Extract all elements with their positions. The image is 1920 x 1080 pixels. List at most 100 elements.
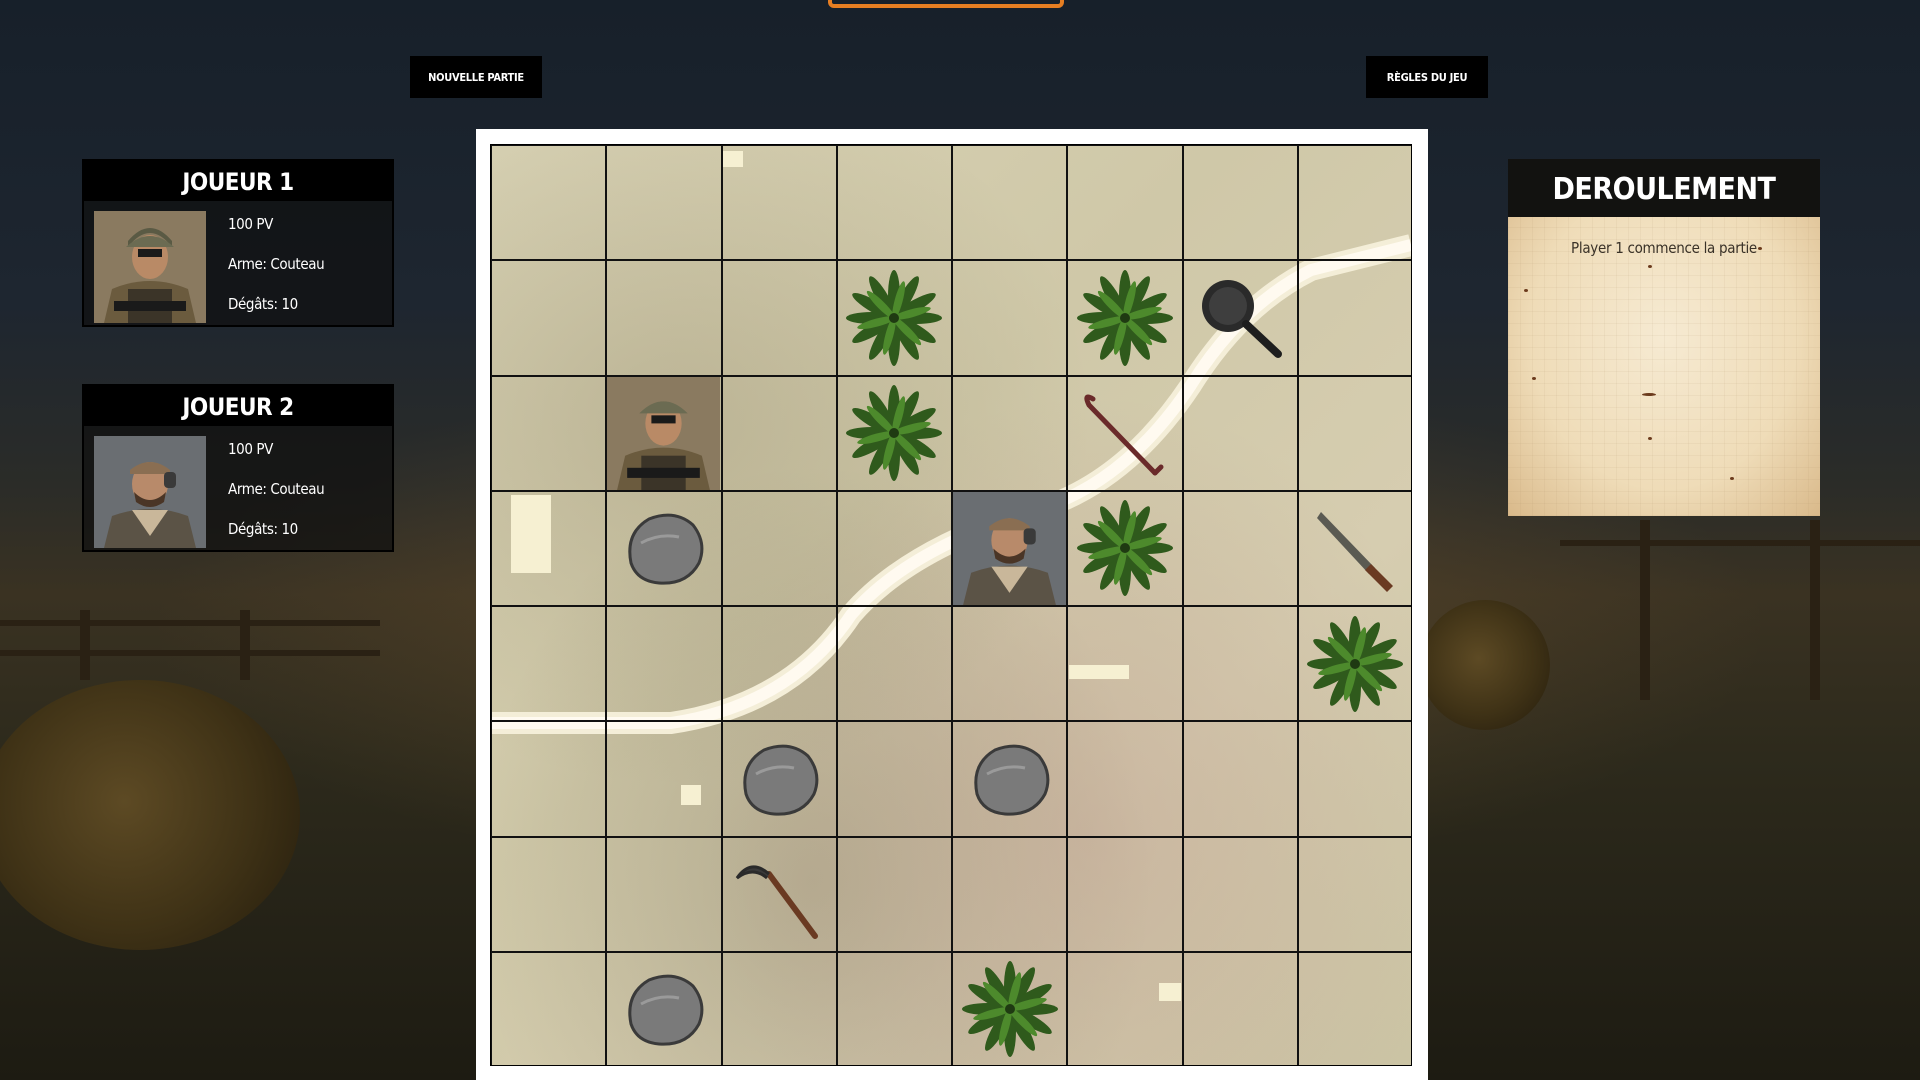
board-cell-3-1[interactable] bbox=[606, 490, 722, 606]
tree-icon bbox=[1076, 269, 1173, 366]
tree-icon bbox=[1076, 500, 1173, 597]
player-2-title: JOUEUR 2 bbox=[84, 386, 392, 426]
paper-stain bbox=[1648, 437, 1652, 440]
board-cell-3-7[interactable] bbox=[1297, 490, 1411, 606]
board-cell-0-5[interactable] bbox=[1067, 145, 1183, 261]
board-cell-0-6[interactable] bbox=[1182, 145, 1298, 261]
paper-stain bbox=[1758, 247, 1762, 250]
paper-stain bbox=[1730, 477, 1734, 480]
board-cell-2-2[interactable] bbox=[721, 375, 837, 491]
board-cell-5-1[interactable] bbox=[606, 721, 722, 837]
board-cell-4-3[interactable] bbox=[836, 606, 952, 722]
board-cell-4-0[interactable] bbox=[491, 606, 607, 722]
paper-stain bbox=[1532, 377, 1536, 380]
player-1-hp: 100 PV bbox=[228, 215, 274, 233]
board-cell-7-1[interactable] bbox=[606, 951, 722, 1065]
fence-rail bbox=[0, 620, 380, 626]
fence-post bbox=[80, 610, 90, 680]
board-cell-5-6[interactable] bbox=[1182, 721, 1298, 837]
board-cell-7-3[interactable] bbox=[836, 951, 952, 1065]
board-cell-1-1[interactable] bbox=[606, 260, 722, 376]
board-cell-5-0[interactable] bbox=[491, 721, 607, 837]
board-cell-6-3[interactable] bbox=[836, 836, 952, 952]
board-cell-3-2[interactable] bbox=[721, 490, 837, 606]
tree-icon bbox=[846, 269, 943, 366]
board-cell-2-6[interactable] bbox=[1182, 375, 1298, 491]
board-cell-4-4[interactable] bbox=[952, 606, 1068, 722]
board-cell-1-7[interactable] bbox=[1297, 260, 1411, 376]
player-1-portrait bbox=[94, 211, 206, 323]
paper-stain bbox=[1642, 393, 1656, 396]
board-cell-3-3[interactable] bbox=[836, 490, 952, 606]
board-cell-7-4[interactable] bbox=[952, 951, 1068, 1065]
board-cell-5-4[interactable] bbox=[952, 721, 1068, 837]
fence-post bbox=[240, 610, 250, 680]
game-log-panel: DEROULEMENT Player 1 commence la partie bbox=[1508, 159, 1820, 516]
crowbar-icon bbox=[1075, 383, 1175, 483]
board-cell-4-2[interactable] bbox=[721, 606, 837, 722]
board-cell-6-1[interactable] bbox=[606, 836, 722, 952]
board-cell-6-6[interactable] bbox=[1182, 836, 1298, 952]
board-cell-6-5[interactable] bbox=[1067, 836, 1183, 952]
game-log-paper: Player 1 commence la partie bbox=[1508, 217, 1820, 516]
board-cell-2-1[interactable] bbox=[606, 375, 722, 491]
board-cell-2-3[interactable] bbox=[836, 375, 952, 491]
board-cell-3-5[interactable] bbox=[1067, 490, 1183, 606]
board-cell-7-5[interactable] bbox=[1067, 951, 1183, 1065]
player-1-damage: Dégâts: 10 bbox=[228, 295, 298, 313]
paper-stain bbox=[1524, 289, 1528, 292]
board-cell-7-0[interactable] bbox=[491, 951, 607, 1065]
board-cell-5-7[interactable] bbox=[1297, 721, 1411, 837]
board-cell-2-4[interactable] bbox=[952, 375, 1068, 491]
board-cell-2-7[interactable] bbox=[1297, 375, 1411, 491]
board-cell-2-5[interactable] bbox=[1067, 375, 1183, 491]
board-cell-7-7[interactable] bbox=[1297, 951, 1411, 1065]
board-cell-3-6[interactable] bbox=[1182, 490, 1298, 606]
player-1-token bbox=[607, 376, 721, 490]
player-2-hp: 100 PV bbox=[228, 440, 274, 458]
board-cell-4-7[interactable] bbox=[1297, 606, 1411, 722]
board-cell-0-4[interactable] bbox=[952, 145, 1068, 261]
fence-post bbox=[1640, 520, 1650, 700]
board-cell-0-3[interactable] bbox=[836, 145, 952, 261]
board-cell-7-2[interactable] bbox=[721, 951, 837, 1065]
frying-pan-icon bbox=[1190, 268, 1290, 368]
board-cell-1-0[interactable] bbox=[491, 260, 607, 376]
board-cell-1-4[interactable] bbox=[952, 260, 1068, 376]
board-cell-6-4[interactable] bbox=[952, 836, 1068, 952]
board-cell-6-7[interactable] bbox=[1297, 836, 1411, 952]
tree-icon bbox=[1307, 615, 1404, 712]
board-cell-4-1[interactable] bbox=[606, 606, 722, 722]
board-cell-1-5[interactable] bbox=[1067, 260, 1183, 376]
board-cell-6-2[interactable] bbox=[721, 836, 837, 952]
board-cell-1-2[interactable] bbox=[721, 260, 837, 376]
board-cell-1-6[interactable] bbox=[1182, 260, 1298, 376]
board-cell-6-0[interactable] bbox=[491, 836, 607, 952]
rules-button[interactable]: RÈGLES DU JEU bbox=[1366, 56, 1488, 98]
board-cell-3-0[interactable] bbox=[491, 490, 607, 606]
player-1-weapon: Arme: Couteau bbox=[228, 255, 325, 273]
rock-icon bbox=[965, 734, 1055, 824]
rock-icon bbox=[619, 964, 709, 1054]
board-cell-4-5[interactable] bbox=[1067, 606, 1183, 722]
board-cell-3-4[interactable] bbox=[952, 490, 1068, 606]
player-2-portrait bbox=[94, 436, 206, 548]
board-cell-5-5[interactable] bbox=[1067, 721, 1183, 837]
game-log-entry: Player 1 commence la partie bbox=[1571, 239, 1757, 257]
board-cell-0-1[interactable] bbox=[606, 145, 722, 261]
tree-icon bbox=[846, 385, 943, 482]
board-cell-5-3[interactable] bbox=[836, 721, 952, 837]
board-cell-0-0[interactable] bbox=[491, 145, 607, 261]
board-cell-5-2[interactable] bbox=[721, 721, 837, 837]
paper-stain bbox=[1648, 265, 1652, 268]
tree-icon bbox=[961, 961, 1058, 1058]
player-2-weapon: Arme: Couteau bbox=[228, 480, 325, 498]
board-cell-2-0[interactable] bbox=[491, 375, 607, 491]
board-cell-4-6[interactable] bbox=[1182, 606, 1298, 722]
board-cell-1-3[interactable] bbox=[836, 260, 952, 376]
new-game-button[interactable]: NOUVELLE PARTIE bbox=[410, 56, 542, 98]
board-cell-0-2[interactable] bbox=[721, 145, 837, 261]
board-cell-0-7[interactable] bbox=[1297, 145, 1411, 261]
fence-post bbox=[1810, 520, 1820, 700]
board-cell-7-6[interactable] bbox=[1182, 951, 1298, 1065]
